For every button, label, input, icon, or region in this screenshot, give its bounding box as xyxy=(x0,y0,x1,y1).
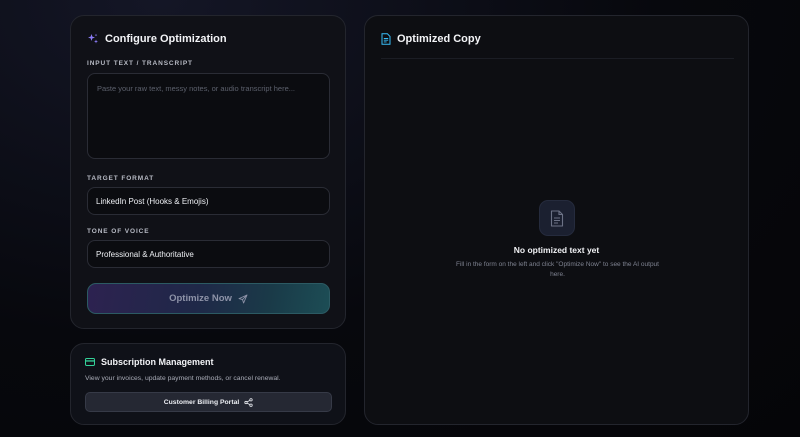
empty-state-description: Fill in the form on the left and click "… xyxy=(456,261,659,278)
input-text-area[interactable]: Paste your raw text, messy notes, or aud… xyxy=(87,73,330,159)
optimize-now-label: Optimize Now xyxy=(169,293,232,304)
subscription-management-title: Subscription Management xyxy=(101,357,214,367)
subscription-description: View your invoices, update payment metho… xyxy=(85,375,281,382)
document-icon xyxy=(381,33,391,45)
optimized-copy-panel: Optimized Copy No optimized text yet Fil… xyxy=(364,15,749,425)
subscription-management-header: Subscription Management xyxy=(85,357,214,367)
tone-of-voice-value: Professional & Authoritative xyxy=(96,249,194,259)
configure-optimization-title: Configure Optimization xyxy=(105,33,227,45)
sparkles-icon xyxy=(87,33,99,45)
empty-state-document-icon xyxy=(539,200,575,236)
customer-billing-portal-label: Customer Billing Portal xyxy=(163,398,240,406)
input-text-placeholder: Paste your raw text, messy notes, or aud… xyxy=(97,84,296,93)
customer-billing-portal-button[interactable]: Customer Billing Portal xyxy=(85,392,332,412)
empty-state-title: No optimized text yet xyxy=(513,245,600,255)
optimized-copy-title: Optimized Copy xyxy=(397,33,481,45)
send-icon xyxy=(238,294,248,304)
optimize-now-button[interactable]: Optimize Now xyxy=(87,283,330,314)
target-format-select[interactable]: LinkedIn Post (Hooks & Emojis) xyxy=(87,187,330,215)
tone-of-voice-select[interactable]: Professional & Authoritative xyxy=(87,240,330,268)
subscription-management-panel: Subscription Management View your invoic… xyxy=(70,343,346,425)
configure-optimization-panel: Configure Optimization INPUT TEXT / TRAN… xyxy=(70,15,346,329)
header-divider xyxy=(381,58,734,59)
tone-of-voice-label: TONE OF VOICE xyxy=(87,228,150,235)
credit-card-icon xyxy=(85,358,95,366)
input-text-label: INPUT TEXT / TRANSCRIPT xyxy=(87,60,193,67)
share-icon xyxy=(244,397,253,407)
configure-optimization-header: Configure Optimization xyxy=(87,33,227,45)
target-format-value: LinkedIn Post (Hooks & Emojis) xyxy=(96,196,209,206)
optimized-copy-header: Optimized Copy xyxy=(381,33,481,45)
target-format-label: TARGET FORMAT xyxy=(87,175,155,182)
